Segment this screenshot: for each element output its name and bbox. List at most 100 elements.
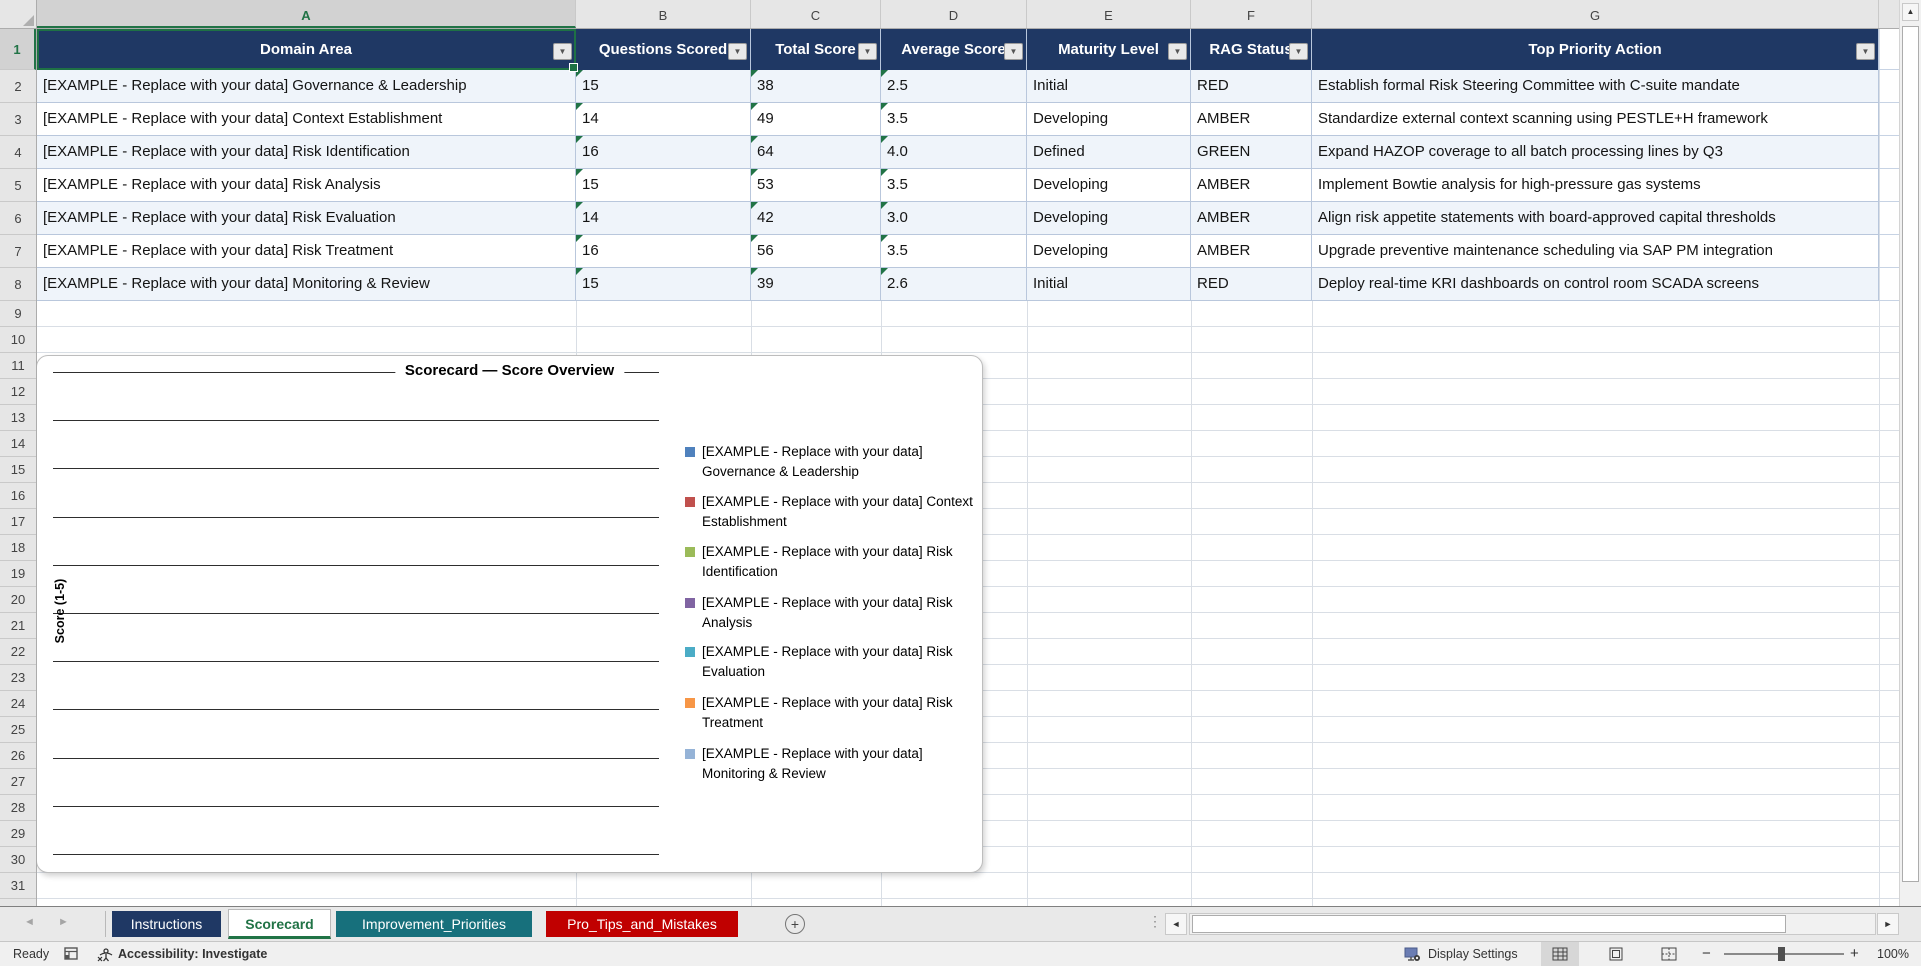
table-cell[interactable]: Defined: [1027, 136, 1191, 169]
table-cell[interactable]: AMBER: [1191, 103, 1312, 136]
sheet-tab-improvement_priorities[interactable]: Improvement_Priorities: [336, 911, 532, 937]
column-header-D[interactable]: D: [881, 0, 1027, 28]
column-header-C[interactable]: C: [751, 0, 881, 28]
tab-nav-left-icon[interactable]: ◄: [24, 916, 35, 928]
filter-dropdown-button[interactable]: ▼: [1856, 43, 1875, 60]
table-header-cell[interactable]: Total Score ▼: [751, 29, 881, 70]
row-header-10[interactable]: 10: [0, 327, 36, 353]
sheet-tab-scorecard[interactable]: Scorecard: [228, 909, 331, 939]
table-cell[interactable]: AMBER: [1191, 202, 1312, 235]
table-cell[interactable]: [EXAMPLE - Replace with your data] Conte…: [37, 103, 576, 136]
tab-nav-right-icon[interactable]: ►: [58, 916, 69, 928]
row-header-32[interactable]: 32: [0, 899, 36, 906]
table-cell[interactable]: GREEN: [1191, 136, 1312, 169]
view-normal-button[interactable]: [1541, 942, 1579, 966]
scroll-right-button[interactable]: ►: [1877, 913, 1899, 935]
table-cell[interactable]: 56: [751, 235, 881, 268]
row-header-12[interactable]: 12: [0, 379, 36, 405]
row-header-25[interactable]: 25: [0, 717, 36, 743]
row-header-26[interactable]: 26: [0, 743, 36, 769]
zoom-level-label[interactable]: 100%: [1877, 942, 1909, 966]
filter-dropdown-button[interactable]: ▼: [1004, 43, 1023, 60]
table-cell[interactable]: Developing: [1027, 202, 1191, 235]
table-cell[interactable]: 15: [576, 169, 751, 202]
table-cell[interactable]: 16: [576, 235, 751, 268]
row-header-20[interactable]: 20: [0, 587, 36, 613]
table-cell[interactable]: 49: [751, 103, 881, 136]
table-cell[interactable]: [EXAMPLE - Replace with your data] Gover…: [37, 70, 576, 103]
table-cell[interactable]: AMBER: [1191, 169, 1312, 202]
table-cell[interactable]: RED: [1191, 268, 1312, 301]
sheet-tab-instructions[interactable]: Instructions: [112, 911, 221, 937]
zoom-in-button[interactable]: +: [1850, 942, 1859, 966]
view-page-layout-button[interactable]: [1597, 942, 1635, 966]
zoom-out-button[interactable]: −: [1702, 942, 1711, 966]
vertical-scrollbar[interactable]: ▲: [1899, 0, 1921, 906]
zoom-slider-handle[interactable]: [1778, 947, 1785, 961]
row-header-11[interactable]: 11: [0, 353, 36, 379]
column-header-F[interactable]: F: [1191, 0, 1312, 28]
row-header-14[interactable]: 14: [0, 431, 36, 457]
table-cell[interactable]: AMBER: [1191, 235, 1312, 268]
table-cell[interactable]: 15: [576, 70, 751, 103]
display-settings-icon[interactable]: [1404, 947, 1422, 966]
table-cell[interactable]: 42: [751, 202, 881, 235]
table-cell[interactable]: Developing: [1027, 235, 1191, 268]
row-header-22[interactable]: 22: [0, 639, 36, 665]
accessibility-status-label[interactable]: Accessibility: Investigate: [118, 942, 267, 966]
accessibility-icon[interactable]: [97, 947, 113, 966]
row-header-19[interactable]: 19: [0, 561, 36, 587]
table-cell[interactable]: 3.5: [881, 103, 1027, 136]
row-header-4[interactable]: 4: [0, 136, 36, 169]
row-header-28[interactable]: 28: [0, 795, 36, 821]
table-cell[interactable]: [EXAMPLE - Replace with your data] Risk …: [37, 202, 576, 235]
horizontal-scroll-thumb[interactable]: [1192, 915, 1786, 933]
row-header-7[interactable]: 7: [0, 235, 36, 268]
table-cell[interactable]: 53: [751, 169, 881, 202]
table-cell[interactable]: [EXAMPLE - Replace with your data] Risk …: [37, 169, 576, 202]
view-page-break-button[interactable]: [1650, 942, 1688, 966]
row-header-24[interactable]: 24: [0, 691, 36, 717]
table-cell[interactable]: 3.0: [881, 202, 1027, 235]
table-cell[interactable]: [EXAMPLE - Replace with your data] Monit…: [37, 268, 576, 301]
table-cell[interactable]: 4.0: [881, 136, 1027, 169]
row-header-16[interactable]: 16: [0, 483, 36, 509]
table-cell[interactable]: 14: [576, 103, 751, 136]
table-header-cell[interactable]: Average Score ▼: [881, 29, 1027, 70]
display-settings-label[interactable]: Display Settings: [1428, 942, 1518, 966]
sheet-tab-pro_tips_and_mistakes[interactable]: Pro_Tips_and_Mistakes: [546, 911, 738, 937]
filter-dropdown-button[interactable]: ▼: [1168, 43, 1187, 60]
row-header-21[interactable]: 21: [0, 613, 36, 639]
select-all-corner[interactable]: [0, 0, 37, 29]
row-header-17[interactable]: 17: [0, 509, 36, 535]
row-header-9[interactable]: 9: [0, 301, 36, 327]
macro-record-icon[interactable]: [64, 947, 79, 966]
table-cell[interactable]: [EXAMPLE - Replace with your data] Risk …: [37, 235, 576, 268]
row-header-5[interactable]: 5: [0, 169, 36, 202]
table-cell[interactable]: RED: [1191, 70, 1312, 103]
row-header-6[interactable]: 6: [0, 202, 36, 235]
vertical-scroll-thumb[interactable]: [1902, 26, 1919, 882]
row-header-8[interactable]: 8: [0, 268, 36, 301]
table-cell[interactable]: Implement Bowtie analysis for high-press…: [1312, 169, 1879, 202]
table-cell[interactable]: 15: [576, 268, 751, 301]
table-cell[interactable]: Initial: [1027, 268, 1191, 301]
scroll-up-button[interactable]: ▲: [1902, 3, 1919, 21]
row-header-31[interactable]: 31: [0, 873, 36, 899]
row-header-3[interactable]: 3: [0, 103, 36, 136]
table-header-cell[interactable]: Domain Area ▼: [37, 29, 576, 70]
filter-dropdown-button[interactable]: ▼: [553, 43, 572, 60]
table-header-cell[interactable]: Top Priority Action ▼: [1312, 29, 1879, 70]
row-header-23[interactable]: 23: [0, 665, 36, 691]
row-header-29[interactable]: 29: [0, 821, 36, 847]
row-header-27[interactable]: 27: [0, 769, 36, 795]
chart-scorecard-overview[interactable]: Scorecard — Score Overview Score (1-5) […: [37, 355, 983, 873]
column-header-B[interactable]: B: [576, 0, 751, 28]
table-cell[interactable]: 3.5: [881, 235, 1027, 268]
filter-dropdown-button[interactable]: ▼: [858, 43, 877, 60]
table-header-cell[interactable]: Questions Scored ▼: [576, 29, 751, 70]
column-header-E[interactable]: E: [1027, 0, 1191, 28]
table-cell[interactable]: Developing: [1027, 169, 1191, 202]
table-cell[interactable]: 39: [751, 268, 881, 301]
table-cell[interactable]: 64: [751, 136, 881, 169]
